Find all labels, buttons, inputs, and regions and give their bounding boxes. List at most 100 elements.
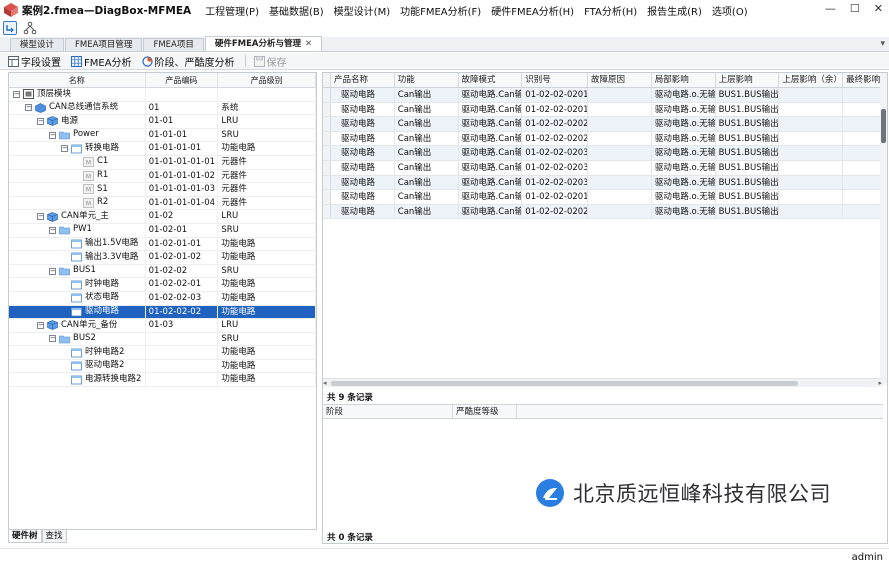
cell-failure-mode[interactable]: 驱动电路.Can输出 xyxy=(459,88,523,102)
tree-row[interactable]: M C1 01-01-01-01-01 元器件 xyxy=(9,155,316,170)
tree-col-level[interactable]: 产品级别 xyxy=(218,73,316,87)
cell-local-effect[interactable]: 驱动电路.o.无输出 xyxy=(652,190,716,204)
grid-col-local-effect[interactable]: 局部影响 xyxy=(652,73,716,87)
cell-failure-cause[interactable] xyxy=(588,146,652,160)
grid-col-identifier[interactable]: 识别号 xyxy=(522,73,589,87)
cell-final-effect[interactable] xyxy=(843,131,883,146)
tree-col-code[interactable]: 产品编码 xyxy=(146,73,219,87)
cell-upper-effect[interactable]: BUS1.BUS输出.陕 xyxy=(716,102,780,117)
cell-identifier[interactable]: 01-02-02-0202 xyxy=(522,204,589,219)
scroll-left-arrow-icon[interactable]: ◂ xyxy=(323,379,327,387)
table-row[interactable]: 驱动电路Can输出驱动电路.Can输出01-02-02-0203 驱动电路.o.无… xyxy=(323,160,883,176)
cell-identifier[interactable]: 01-02-02-0201 xyxy=(522,102,589,117)
cell-failure-cause[interactable] xyxy=(588,88,652,102)
cell-upper-effect-redundant[interactable] xyxy=(779,160,844,175)
tree-row[interactable]: − CAN单元_备份 01-03 LRU xyxy=(9,319,316,333)
tree-row[interactable]: M R1 01-01-01-01-02 元器件 xyxy=(9,169,316,184)
cell-final-effect[interactable] xyxy=(843,190,883,204)
cell-failure-cause[interactable] xyxy=(588,160,652,175)
cell-function[interactable]: Can输出 xyxy=(395,146,459,160)
cell-upper-effect-redundant[interactable] xyxy=(779,175,844,190)
row-header[interactable] xyxy=(323,146,331,160)
table-row[interactable]: 驱动电路Can输出驱动电路.Can输出01-02-02-0203 驱动电路.o.无… xyxy=(323,175,883,191)
cell-failure-mode[interactable]: 驱动电路.Can输出 xyxy=(459,146,523,160)
tree-row[interactable]: − PW1 01-02-01 SRU xyxy=(9,223,316,238)
cell-identifier[interactable]: 01-02-02-0202 xyxy=(522,131,589,146)
cell-failure-cause[interactable] xyxy=(588,175,652,190)
cell-function[interactable]: Can输出 xyxy=(395,88,459,102)
row-header[interactable] xyxy=(323,88,331,102)
row-header[interactable] xyxy=(323,102,331,117)
table-row[interactable]: 驱动电路Can输出驱动电路.Can输出01-02-02-0202 驱动电路.o.无… xyxy=(323,117,883,132)
cell-identifier[interactable]: 01-02-02-0203 xyxy=(522,175,589,190)
cell-final-effect[interactable] xyxy=(843,175,883,190)
table-row[interactable]: 驱动电路Can输出驱动电路.Can输出01-02-02-0201 驱动电路.o.无… xyxy=(323,190,883,205)
tab-fmea-project-management[interactable]: FMEA项目管理 xyxy=(65,38,143,51)
menu-project[interactable]: 工程管理(P) xyxy=(205,3,259,18)
cell-upper-effect[interactable]: BUS1.BUS输出.陕 xyxy=(716,131,780,146)
tree-row[interactable]: 输出3.3V电路 01-02-01-02 功能电路 xyxy=(9,251,316,265)
row-header[interactable] xyxy=(323,117,331,131)
collapse-toggle-icon[interactable]: − xyxy=(61,145,68,153)
scroll-right-arrow-icon[interactable]: ▸ xyxy=(878,379,882,387)
cell-function[interactable]: Can输出 xyxy=(395,190,459,204)
cell-function[interactable]: Can输出 xyxy=(395,204,459,219)
tree-row[interactable]: − CAN总线通信系统 01 系统 xyxy=(9,101,316,116)
cell-local-effect[interactable]: 驱动电路.o.无输出 xyxy=(652,204,716,219)
collapse-toggle-icon[interactable]: − xyxy=(13,90,20,98)
fmea-analysis-button[interactable]: FMEA分析 xyxy=(71,54,132,69)
grid-col-failure-cause[interactable]: 故障原因 xyxy=(588,73,652,87)
row-header[interactable] xyxy=(323,204,331,219)
cell-upper-effect[interactable]: BUS1.BUS输出.陕 xyxy=(716,160,780,175)
tab-hardware-fmea-analysis[interactable]: 硬件FMEA分析与管理 ✕ xyxy=(204,36,323,51)
back-button[interactable] xyxy=(3,21,17,35)
cell-product-name[interactable]: 驱动电路 xyxy=(331,160,395,175)
collapse-toggle-icon[interactable]: − xyxy=(25,104,32,112)
cell-product-name[interactable]: 驱动电路 xyxy=(331,88,395,102)
tree-col-name[interactable]: 名称 xyxy=(9,73,146,87)
cell-identifier[interactable]: 01-02-02-0203 xyxy=(522,146,589,160)
grid-col-final-effect[interactable]: 最终影响 xyxy=(843,73,883,87)
maximize-button[interactable]: ☐ xyxy=(850,2,860,15)
cell-upper-effect[interactable]: BUS1.BUS输出.陕 xyxy=(716,204,780,219)
tree-row[interactable]: 时钟电路 01-02-02-01 功能电路 xyxy=(9,278,316,292)
sub-col-severity[interactable]: 严酷度等级 xyxy=(453,405,517,418)
tree-row[interactable]: − 电源 01-01 LRU xyxy=(9,115,316,129)
tab-model-design[interactable]: 模型设计 xyxy=(10,38,65,51)
menu-function-fmea[interactable]: 功能FMEA分析(F) xyxy=(400,3,481,18)
cell-function[interactable]: Can输出 xyxy=(395,175,459,190)
cell-failure-mode[interactable]: 驱动电路.Can输出 xyxy=(459,131,523,146)
table-row[interactable]: 驱动电路Can输出驱动电路.Can输出01-02-02-0202 驱动电路.o.无… xyxy=(323,131,883,147)
cell-failure-mode[interactable]: 驱动电路.Can输出 xyxy=(459,160,523,175)
cell-product-name[interactable]: 驱动电路 xyxy=(331,117,395,131)
cell-product-name[interactable]: 驱动电路 xyxy=(331,146,395,160)
sub-col-stage[interactable]: 阶段 xyxy=(323,405,453,418)
cell-final-effect[interactable] xyxy=(843,160,883,175)
collapse-toggle-icon[interactable]: − xyxy=(49,267,56,275)
save-button[interactable]: 保存 xyxy=(253,54,287,69)
cell-local-effect[interactable]: 驱动电路.o.无输出 xyxy=(652,175,716,190)
cell-local-effect[interactable]: 驱动电路.o.无输出 xyxy=(652,88,716,102)
collapse-toggle-icon[interactable]: − xyxy=(37,117,44,125)
menu-basic-data[interactable]: 基础数据(B) xyxy=(269,3,324,18)
tab-fmea-project[interactable]: FMEA项目 xyxy=(143,38,204,51)
tab-list-dropdown-icon[interactable]: ▾ xyxy=(880,39,885,49)
cell-failure-cause[interactable] xyxy=(588,102,652,117)
cell-failure-cause[interactable] xyxy=(588,117,652,131)
tree-row[interactable]: − BUS2 SRU xyxy=(9,332,316,347)
cell-function[interactable]: Can输出 xyxy=(395,117,459,131)
menu-options[interactable]: 选项(O) xyxy=(712,3,748,18)
tab-hardware-tree[interactable]: 硬件树 xyxy=(8,530,42,543)
cell-identifier[interactable]: 01-02-02-0202 xyxy=(522,117,589,131)
cell-failure-mode[interactable]: 驱动电路.Can输出 xyxy=(459,175,523,190)
close-button[interactable]: ✕ xyxy=(874,2,883,15)
cell-upper-effect-redundant[interactable] xyxy=(779,146,844,160)
tree-row[interactable]: 电源转换电路2 功能电路 xyxy=(9,373,316,388)
cell-product-name[interactable]: 驱动电路 xyxy=(331,175,395,190)
cell-upper-effect-redundant[interactable] xyxy=(779,190,844,204)
tree-row[interactable]: 输出1.5V电路 01-02-01-01 功能电路 xyxy=(9,237,316,252)
cell-final-effect[interactable] xyxy=(843,204,883,219)
cell-local-effect[interactable]: 驱动电路.o.无输出 xyxy=(652,117,716,131)
cell-local-effect[interactable]: 驱动电路.o.无输出 xyxy=(652,146,716,160)
collapse-toggle-icon[interactable]: − xyxy=(37,213,44,221)
